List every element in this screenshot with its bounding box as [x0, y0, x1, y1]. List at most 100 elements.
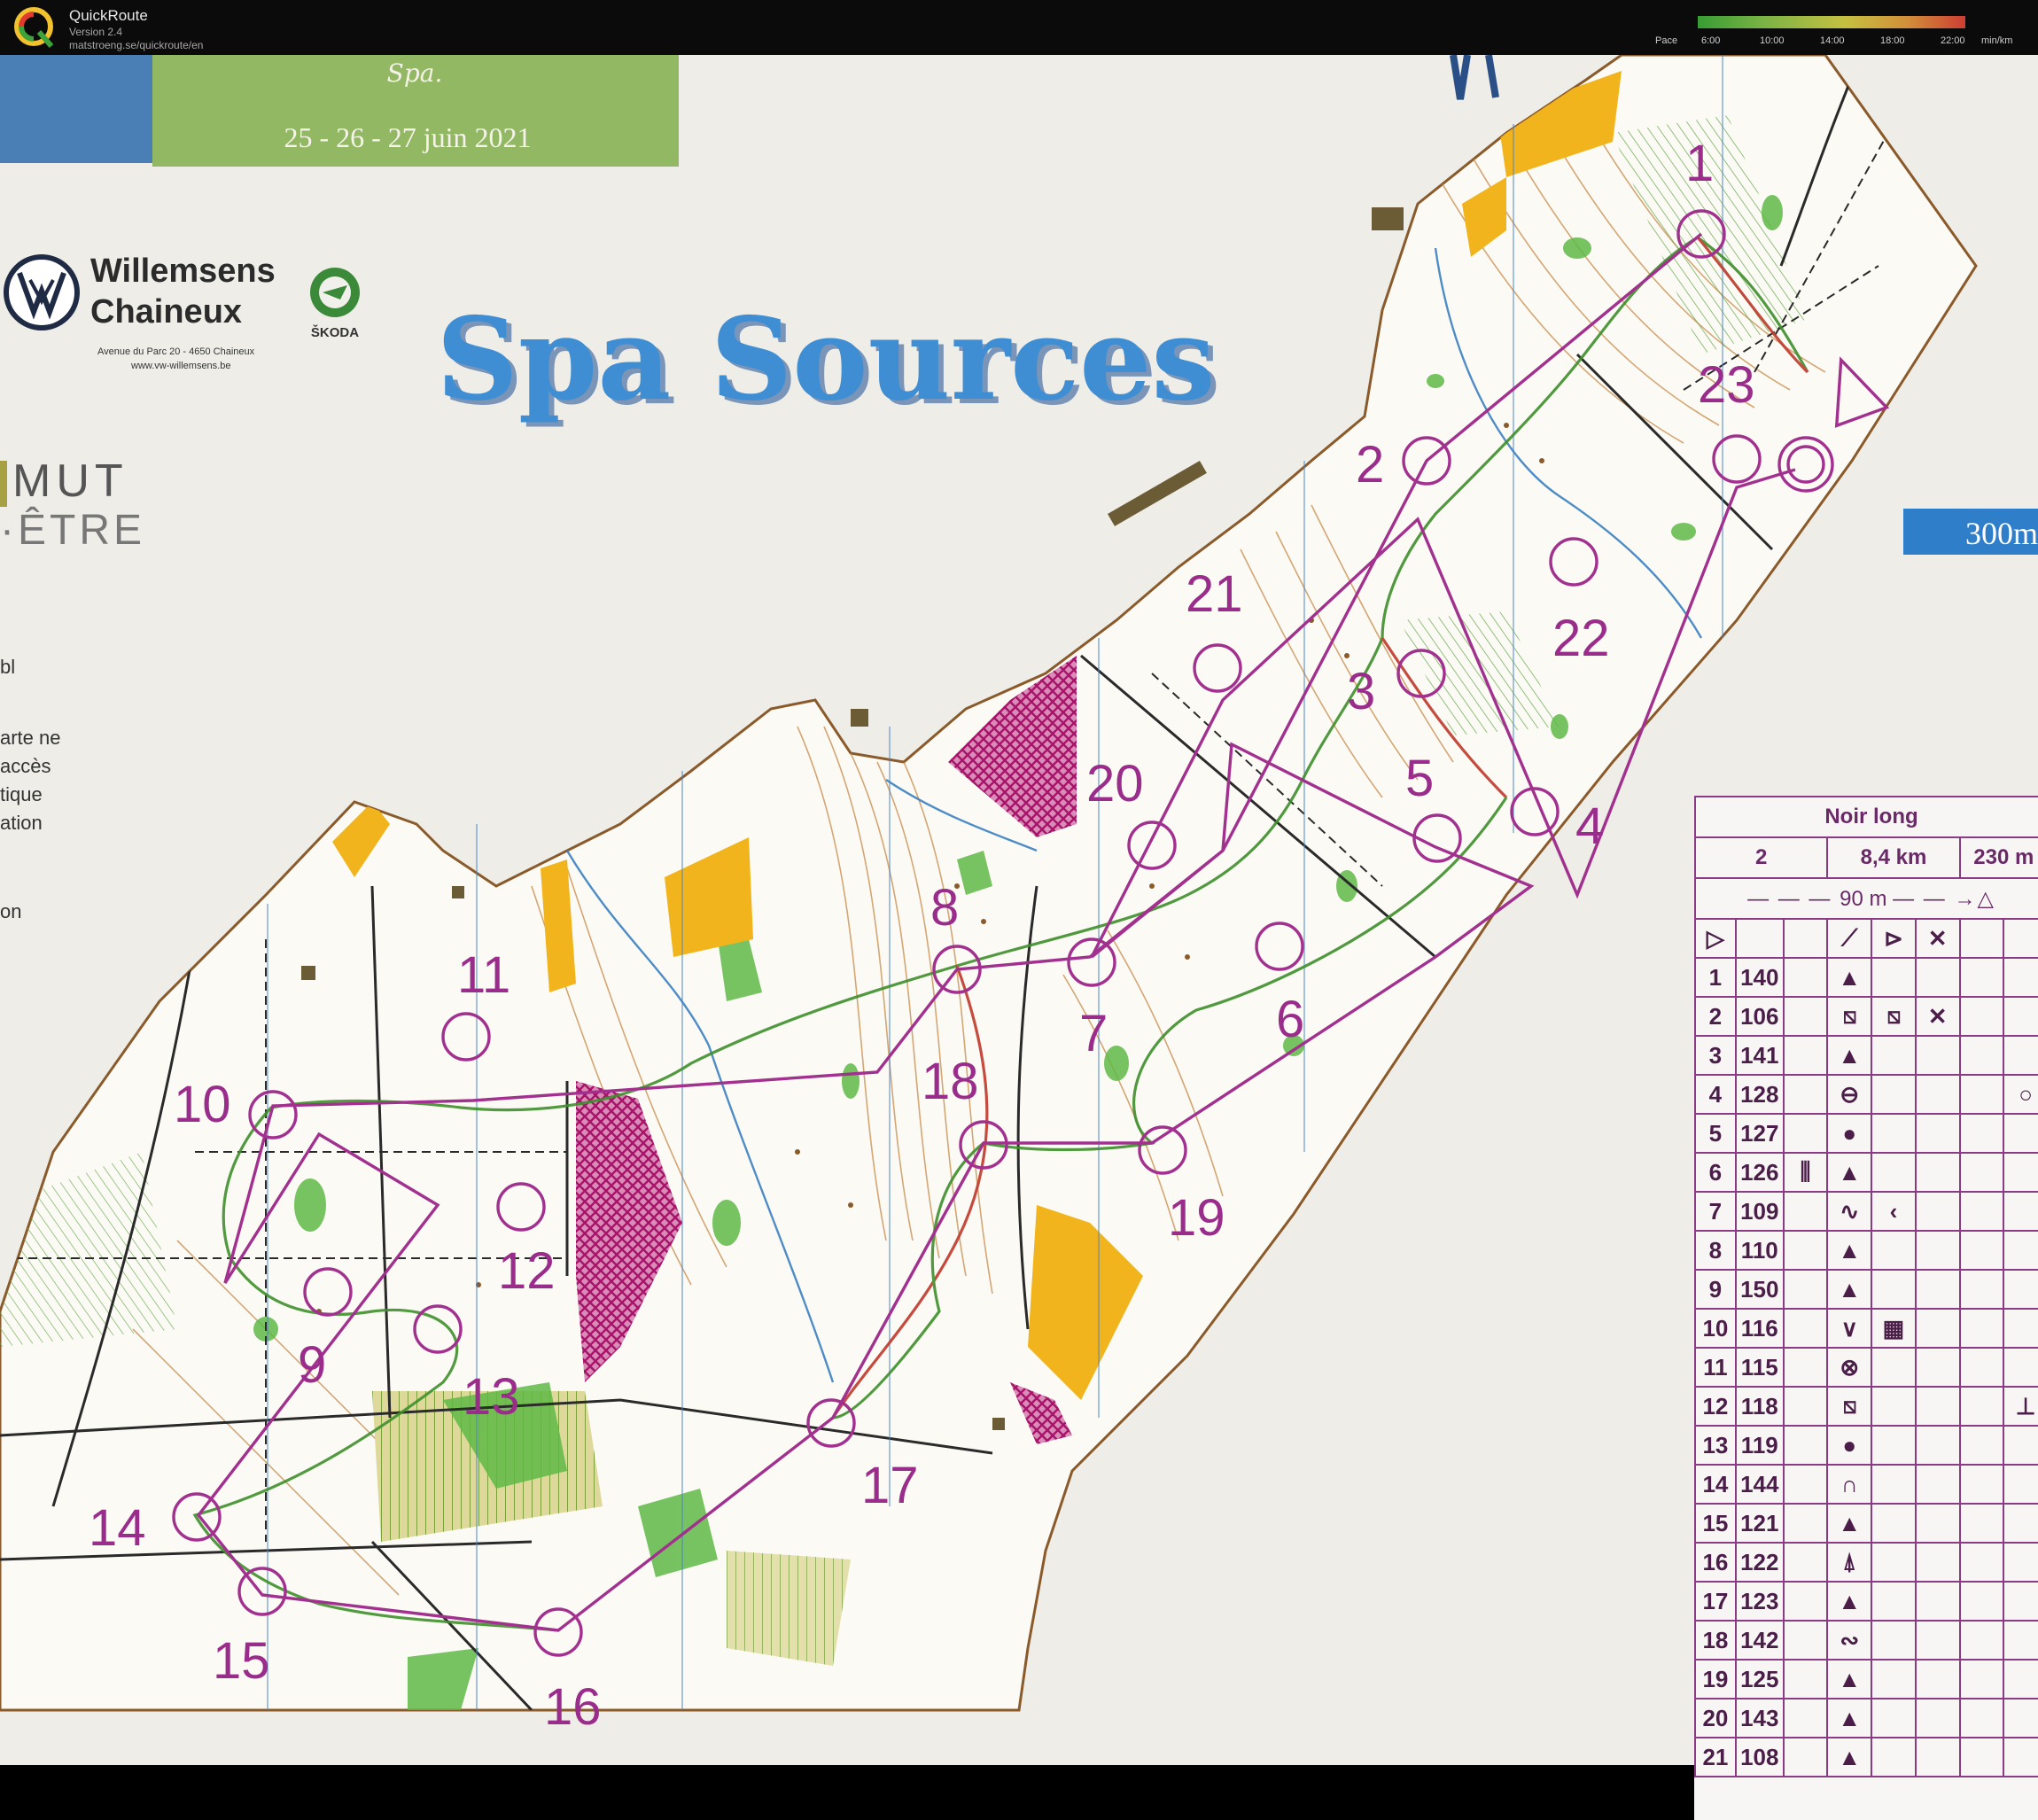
location-icon: ○	[2003, 1074, 2038, 1115]
control-number: 7	[1079, 1005, 1108, 1062]
orienteering-map[interactable]: Spa. 25 - 26 - 27 juin 2021 Willemsens C…	[0, 55, 2038, 1820]
control-code: 143	[1734, 1698, 1785, 1738]
pace-label: Pace	[1655, 35, 1678, 46]
location-icon	[2003, 1737, 2038, 1777]
control-seq: 19	[1694, 1659, 1737, 1699]
appearance-icon	[1914, 1152, 1961, 1193]
control-seq: 18	[1694, 1620, 1737, 1661]
description-row: 11 115 ⊗	[1694, 1347, 2038, 1388]
control-code: 140	[1734, 957, 1785, 998]
quickroute-logo-icon	[14, 7, 54, 48]
appearance-icon	[1914, 1347, 1961, 1388]
feature-detail-icon	[1871, 1464, 1917, 1505]
control-seq: 1	[1694, 957, 1737, 998]
feature-icon: ●	[1826, 1113, 1873, 1154]
description-row: 13 119 ●	[1694, 1425, 2038, 1466]
control-number: 2	[1356, 436, 1384, 494]
which-feature-icon	[1782, 1035, 1829, 1076]
logo-text-line1: MUT	[12, 455, 128, 507]
pace-tick: 18:00	[1880, 35, 1905, 46]
which-feature-icon	[1782, 1581, 1829, 1622]
feature-icon: ▲	[1826, 1581, 1873, 1622]
feature-icon: ∿	[1826, 1191, 1873, 1232]
control-seq: 21	[1694, 1737, 1737, 1777]
description-row: 16 122 ⍋	[1694, 1542, 2038, 1583]
appearance-icon	[1914, 1581, 1961, 1622]
vw-logo-icon	[4, 254, 80, 331]
control-code: 142	[1734, 1620, 1785, 1661]
control-seq: 10	[1694, 1308, 1737, 1349]
feature-icon: ▲	[1826, 1152, 1873, 1193]
left-text-fragment: accès	[0, 755, 51, 777]
control-number: 8	[930, 879, 959, 937]
control-code: 127	[1734, 1113, 1785, 1154]
control-number: 1	[1685, 135, 1714, 192]
feature-detail-icon	[1871, 1542, 1917, 1583]
control-seq: 4	[1694, 1074, 1737, 1115]
app-url[interactable]: matstroeng.se/quickroute/en	[69, 39, 203, 51]
feature-detail-icon: ‹	[1871, 1191, 1917, 1232]
control-number: 5	[1405, 750, 1434, 807]
control-number: 4	[1575, 797, 1604, 855]
appearance-icon	[1914, 1269, 1961, 1310]
left-text-fragment: bl	[0, 656, 15, 678]
description-row: 1 140 ▲	[1694, 957, 2038, 998]
control-seq: 11	[1694, 1347, 1737, 1388]
location-icon	[2003, 1035, 2038, 1076]
feature-detail-icon	[1871, 1035, 1917, 1076]
sponsor-brand: ŠKODA	[311, 324, 359, 340]
app-version: Version 2.4	[69, 26, 123, 38]
feature-icon: ▲	[1826, 1659, 1873, 1699]
which-feature-icon	[1782, 1542, 1829, 1583]
appearance-icon	[1914, 1230, 1961, 1271]
description-row: 2 106 ⧅ ⧅ ✕	[1694, 996, 2038, 1037]
location-icon	[2003, 996, 2038, 1037]
control-code: 119	[1734, 1425, 1785, 1466]
which-feature-icon	[1782, 1230, 1829, 1271]
control-seq: 12	[1694, 1386, 1737, 1427]
control-description-sheet: Noir long 2 8,4 km 230 m — — — 90 m — — …	[1694, 796, 2038, 1820]
feature-icon: ▲	[1826, 1035, 1873, 1076]
banner-blue-strip	[0, 55, 155, 163]
feature-detail-icon	[1871, 1698, 1917, 1738]
feature-icon: ⊖	[1826, 1074, 1873, 1115]
control-code: 116	[1734, 1308, 1785, 1349]
which-feature-icon	[1782, 1074, 1829, 1115]
control-code: 108	[1734, 1737, 1785, 1777]
feature-detail-icon	[1871, 1152, 1917, 1193]
feature-icon: ⊗	[1826, 1347, 1873, 1388]
control-seq: 7	[1694, 1191, 1737, 1232]
feature-icon: ▲	[1826, 1503, 1873, 1544]
control-number: 6	[1276, 991, 1304, 1048]
control-number: 15	[213, 1632, 270, 1690]
location-icon	[2003, 1464, 2038, 1505]
which-feature-icon	[1782, 1347, 1829, 1388]
feature-icon: ▲	[1826, 1737, 1873, 1777]
appearance-icon	[1914, 1074, 1961, 1115]
location-icon: ⊥	[2003, 1386, 2038, 1427]
description-row: 12 118 ⧅ ⊥	[1694, 1386, 2038, 1427]
description-row: 15 121 ▲	[1694, 1503, 2038, 1544]
control-number: 16	[544, 1678, 602, 1736]
pace-tick: 14:00	[1820, 35, 1845, 46]
skoda-logo-icon	[310, 268, 360, 317]
feature-detail-icon	[1871, 1737, 1917, 1777]
description-row: 8 110 ▲	[1694, 1230, 2038, 1271]
control-number: 14	[89, 1499, 146, 1557]
feature-icon: ▲	[1826, 1269, 1873, 1310]
which-feature-icon	[1782, 1191, 1829, 1232]
appearance-icon	[1914, 1113, 1961, 1154]
feature-icon: ∾	[1826, 1620, 1873, 1661]
control-number: 18	[922, 1053, 979, 1110]
which-feature-icon	[1782, 957, 1829, 998]
control-number: 12	[498, 1242, 556, 1300]
description-row: 17 123 ▲	[1694, 1581, 2038, 1622]
which-feature-icon: ⫼	[1782, 1152, 1829, 1193]
control-number: 22	[1552, 610, 1610, 667]
feature-detail-icon	[1871, 1620, 1917, 1661]
appearance-icon	[1914, 1308, 1961, 1349]
feature-detail-icon: ▦	[1871, 1308, 1917, 1349]
description-row: 5 127 ●	[1694, 1113, 2038, 1154]
appearance-icon	[1914, 1698, 1961, 1738]
location-icon	[2003, 1269, 2038, 1310]
